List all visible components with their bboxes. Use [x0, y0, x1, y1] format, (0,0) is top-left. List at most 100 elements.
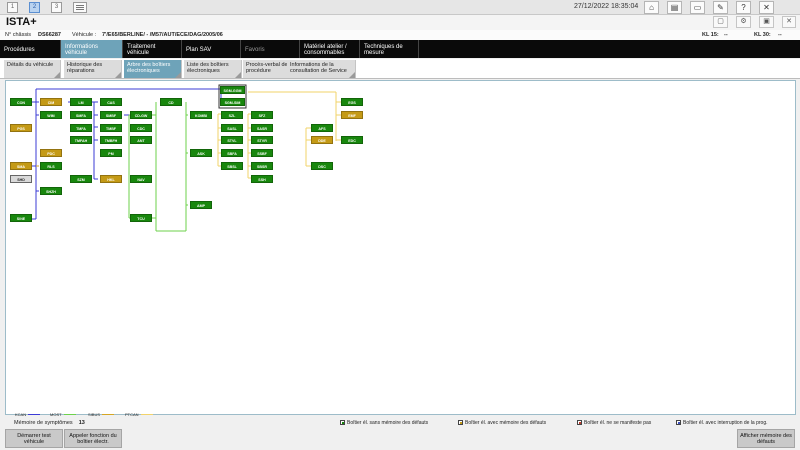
bus-lines	[31, 84, 341, 232]
ecu-smbf[interactable]: SMBF	[100, 111, 122, 119]
ecu-stvl[interactable]: STVL	[221, 136, 243, 144]
ecu-egs[interactable]: EGS	[341, 98, 363, 106]
ecu-tmbfh[interactable]: TMBFH	[100, 136, 122, 144]
ecu-sasl[interactable]: SASL	[221, 124, 243, 132]
ecu-shzh[interactable]: SHZH	[40, 187, 62, 195]
start-vehicle-test-button[interactable]: Démarrer test véhicule	[5, 429, 63, 448]
subtab-repair-history[interactable]: Historique des réparations	[64, 60, 122, 78]
ecu-cas[interactable]: CAS	[100, 98, 122, 106]
tab-procedures[interactable]: Procédures	[0, 40, 61, 58]
legend-no-fault: Boîtier él. sans mémoire des défauts	[340, 420, 428, 426]
ecu-sasr[interactable]: SASR	[251, 124, 273, 132]
ecu-cdc[interactable]: CDC	[130, 124, 152, 132]
symptom-label: Mémoire de symptômes	[14, 420, 73, 426]
ecu-rls[interactable]: RLS	[40, 162, 62, 170]
main-navigation: Procédures Informations véhicule Traitem…	[0, 40, 800, 58]
sub-navigation: Détails du véhicule Historique des répar…	[0, 59, 800, 79]
ecu-lm[interactable]: LM	[70, 98, 92, 106]
ecu-sbsl[interactable]: SBSL	[221, 162, 243, 170]
ecu-hkl[interactable]: HKL	[100, 175, 122, 183]
top-toolbar: 1 2 3 27/12/2022 18:35:04 ⌂ ▤ ▭ ✎ ? ✕	[0, 0, 800, 15]
chat-icon[interactable]: ▢	[713, 16, 728, 28]
ecu-sbfa[interactable]: SBFA	[221, 149, 243, 157]
gear-icon[interactable]: ⚙	[736, 16, 751, 28]
ecu-afs[interactable]: AFS	[311, 124, 333, 132]
ecu-wim[interactable]: WIM	[40, 111, 62, 119]
kl30-value: --	[778, 32, 782, 38]
wrench-icon[interactable]: ✎	[713, 1, 728, 14]
ecu-con[interactable]: CON	[10, 98, 32, 106]
tab-workshop-equipment[interactable]: Matériel atelier / consommables	[300, 40, 360, 58]
session-button-3[interactable]: 3	[51, 2, 62, 13]
kl30-label: KL 30:	[754, 32, 771, 38]
ecu-emf[interactable]: EMF	[341, 111, 363, 119]
ecu-tree-panel: CON CIM WIM PGS PDC SMA RLS SHD SHZH SIN…	[5, 80, 796, 415]
ecu-cim[interactable]: CIM	[40, 98, 62, 106]
ecu-sma[interactable]: SMA	[10, 162, 32, 170]
window-icon[interactable]: ▣	[759, 16, 774, 28]
subtab-ecu-tree[interactable]: Arbre des boîtiers électroniques	[124, 60, 182, 78]
datetime-display: 27/12/2022 18:35:04	[574, 3, 639, 10]
kl15-value: --	[724, 32, 728, 38]
ecu-szl[interactable]: SZL	[221, 111, 243, 119]
legend-sibus: SIBUS	[88, 412, 115, 417]
ecu-tmfah[interactable]: TMFAH	[70, 136, 92, 144]
ecu-ssh[interactable]: SSH	[251, 175, 273, 183]
ecu-tcu[interactable]: TCU	[130, 214, 152, 222]
ecu-shd[interactable]: SHD	[10, 175, 32, 183]
ecu-cd[interactable]: CD	[160, 98, 182, 106]
exit-icon[interactable]: ✕	[782, 16, 796, 28]
ecu-stvr[interactable]: STVR	[251, 136, 273, 144]
list-icon[interactable]	[73, 2, 87, 13]
car-icon[interactable]: ▭	[690, 1, 705, 14]
tab-favorites[interactable]: Favoris	[241, 40, 300, 58]
ecu-sine[interactable]: SINE	[10, 214, 32, 222]
legend-not-responding: Boîtier él. ne se manifeste pas	[577, 420, 651, 426]
ecu-nav[interactable]: NAV	[130, 175, 152, 183]
ecu-dsc[interactable]: DSC	[311, 162, 333, 170]
tab-measurement[interactable]: Techniques de mesure	[360, 40, 419, 58]
app-title: ISTA+	[6, 16, 37, 28]
tab-vehicle-info[interactable]: Informations véhicule	[61, 40, 123, 58]
subtab-ecu-list[interactable]: Liste des boîtiers électroniques	[184, 60, 242, 78]
call-ecu-function-button[interactable]: Appeler fonction du boîtier électr.	[64, 429, 122, 448]
ecu-tmfa[interactable]: TMFA	[70, 124, 92, 132]
ecu-ssbf[interactable]: SSBF	[251, 149, 273, 157]
chassis-label: N° châssis	[5, 32, 32, 38]
ecu-cd-gw[interactable]: CD-GW	[130, 111, 152, 119]
chassis-value: DS66287	[38, 32, 61, 38]
ecu-edc[interactable]: EDC	[341, 136, 363, 144]
ecu-pdc[interactable]: PDC	[40, 149, 62, 157]
subtab-service-consultation[interactable]: Informations de la consultation de Servi…	[287, 60, 356, 78]
session-button-1[interactable]: 1	[7, 2, 18, 13]
session-button-2[interactable]: 2	[29, 2, 40, 13]
ecu-kombi[interactable]: KOMBI	[190, 111, 212, 119]
ecu-sfz[interactable]: SFZ	[251, 111, 273, 119]
ecu-ask[interactable]: ASK	[190, 149, 212, 157]
help-icon[interactable]: ?	[736, 1, 751, 14]
ecu-szm[interactable]: SZM	[70, 175, 92, 183]
ecu-pm[interactable]: PM	[100, 149, 122, 157]
legend-ptcan: PTCAN	[125, 412, 153, 417]
legend-kcan: KCAN	[15, 412, 41, 417]
tab-service-plan[interactable]: Plan SAV	[182, 40, 241, 58]
ecu-sbsr[interactable]: SBSR	[251, 162, 273, 170]
print-icon[interactable]: ▤	[667, 1, 682, 14]
ecu-sgm-ggm[interactable]: SGM-GGM	[220, 86, 245, 94]
vehicle-label: Véhicule :	[72, 32, 97, 38]
ecu-amp[interactable]: AMP	[190, 201, 212, 209]
legend-with-fault: Boîtier él. avec mémoire des défauts	[458, 420, 546, 426]
ecu-ant[interactable]: ANT	[130, 136, 152, 144]
subtab-vehicle-details[interactable]: Détails du véhicule	[4, 60, 61, 78]
ecu-sgm-sim[interactable]: SGM-SIM	[220, 98, 245, 106]
ecu-tmbf[interactable]: TMBF	[100, 124, 122, 132]
close-icon[interactable]: ✕	[759, 1, 774, 14]
tab-vehicle-treatment[interactable]: Traitement véhicule	[123, 40, 182, 58]
show-fault-memory-button[interactable]: Afficher mémoire des défauts	[737, 429, 795, 448]
legend-prog-interrupted: Boîtier él. avec interruption de la prog…	[676, 420, 768, 426]
ecu-pgs[interactable]: PGS	[10, 124, 32, 132]
ecu-smfa[interactable]: SMFA	[70, 111, 92, 119]
home-icon[interactable]: ⌂	[644, 1, 659, 14]
title-bar: ISTA+	[0, 15, 800, 30]
ecu-dde[interactable]: DDE	[311, 136, 333, 144]
